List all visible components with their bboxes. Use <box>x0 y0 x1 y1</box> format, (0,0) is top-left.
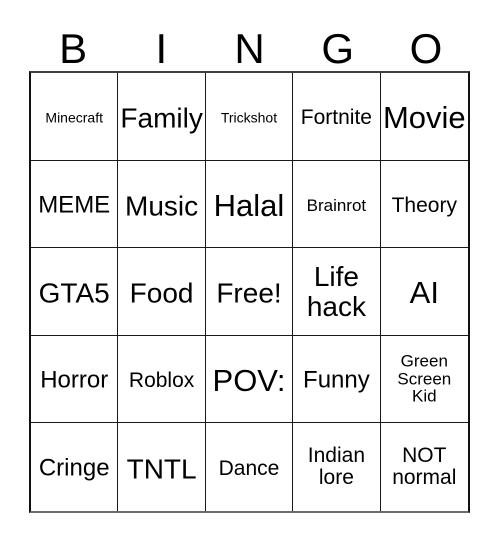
bingo-cell-r1c5[interactable]: Movie <box>380 73 468 161</box>
bingo-cell-r1c2[interactable]: Family <box>118 73 206 161</box>
bingo-cell-label: AI <box>409 275 439 311</box>
bingo-cell-r4c2[interactable]: Roblox <box>118 335 206 424</box>
bingo-cell-label: MEME <box>38 191 111 219</box>
bingo-cell-label: Fortnite <box>300 106 372 130</box>
bingo-cell-r2c5[interactable]: Theory <box>380 160 468 249</box>
bingo-header-letter-o: O <box>409 25 443 72</box>
bingo-cell-label: GTA5 <box>38 277 110 309</box>
bingo-cell-r3c2[interactable]: Food <box>118 248 206 336</box>
bingo-cell-r5c5[interactable]: NOT normal <box>380 423 468 511</box>
bingo-cell-r1c3[interactable]: Trickshot <box>205 73 294 161</box>
bingo-cell-r5c2[interactable]: TNTL <box>118 423 206 511</box>
bingo-cell-r5c4[interactable]: Indian lore <box>293 423 381 511</box>
bingo-cell-label: NOT normal <box>392 444 457 490</box>
bingo-cell-label: Horror <box>40 366 109 394</box>
bingo-cell-label: Movie <box>382 99 466 135</box>
bingo-header-letter-i: I <box>155 25 168 72</box>
bingo-cell-label: Minecraft <box>45 109 103 126</box>
bingo-cell-r5c1[interactable]: Cringe <box>31 423 119 511</box>
bingo-cell-r1c1[interactable]: Minecraft <box>31 73 119 161</box>
bingo-cell-r3c4[interactable]: Life hack <box>293 248 381 336</box>
bingo-cell-label: Funny <box>303 366 370 394</box>
bingo-cell-label: Theory <box>391 193 457 217</box>
bingo-header-letter-n: N <box>234 25 265 72</box>
bingo-header-row: B I N G O <box>29 14 470 71</box>
bingo-cell-label: Cringe <box>38 454 110 482</box>
bingo-cell-label: Music <box>125 190 199 222</box>
bingo-cell-r2c2[interactable]: Music <box>118 160 206 249</box>
bingo-cell-label: Indian lore <box>307 444 365 490</box>
bingo-cell-label: Family <box>120 102 203 134</box>
bingo-grid: Minecraft Family Trickshot Fortnite Movie MEM… <box>29 71 470 513</box>
bingo-cell-label: Trickshot <box>220 109 278 126</box>
bingo-cell-r3c3[interactable]: Free! <box>205 248 294 336</box>
bingo-cell-r2c4[interactable]: Brainrot <box>293 160 381 249</box>
bingo-cell-r4c1[interactable]: Horror <box>31 335 119 424</box>
bingo-header-letter-b: B <box>59 25 88 72</box>
bingo-cell-label: Halal <box>213 187 285 223</box>
bingo-cell-label: Dance <box>218 457 280 481</box>
bingo-cell-r4c3[interactable]: POV: <box>205 335 294 424</box>
bingo-cell-r1c4[interactable]: Fortnite <box>293 73 381 161</box>
bingo-cell-r5c3[interactable]: Dance <box>205 423 294 511</box>
bingo-cell-r2c1[interactable]: MEME <box>31 160 119 249</box>
bingo-cell-r4c4[interactable]: Funny <box>293 335 381 424</box>
bingo-cell-label: Green Screen Kid <box>397 351 452 406</box>
bingo-cell-label: POV: <box>212 362 286 398</box>
bingo-cell-label: Roblox <box>128 368 195 392</box>
bingo-cell-label: TNTL <box>126 453 197 485</box>
bingo-cell-label: Brainrot <box>306 195 367 215</box>
bingo-cell-r3c1[interactable]: GTA5 <box>31 248 119 336</box>
bingo-cell-r3c5[interactable]: AI <box>380 248 468 336</box>
bingo-cell-label: Food <box>129 277 194 309</box>
bingo-card: B I N G O Minecraft Family Trickshot Fortni… <box>0 0 500 544</box>
bingo-cell-label: Life hack <box>306 261 366 322</box>
bingo-cell-r2c3[interactable]: Halal <box>205 160 294 249</box>
bingo-cell-label: Free! <box>216 277 282 309</box>
bingo-cell-r4c5[interactable]: Green Screen Kid <box>380 335 468 424</box>
bingo-header-letter-g: G <box>321 25 355 72</box>
